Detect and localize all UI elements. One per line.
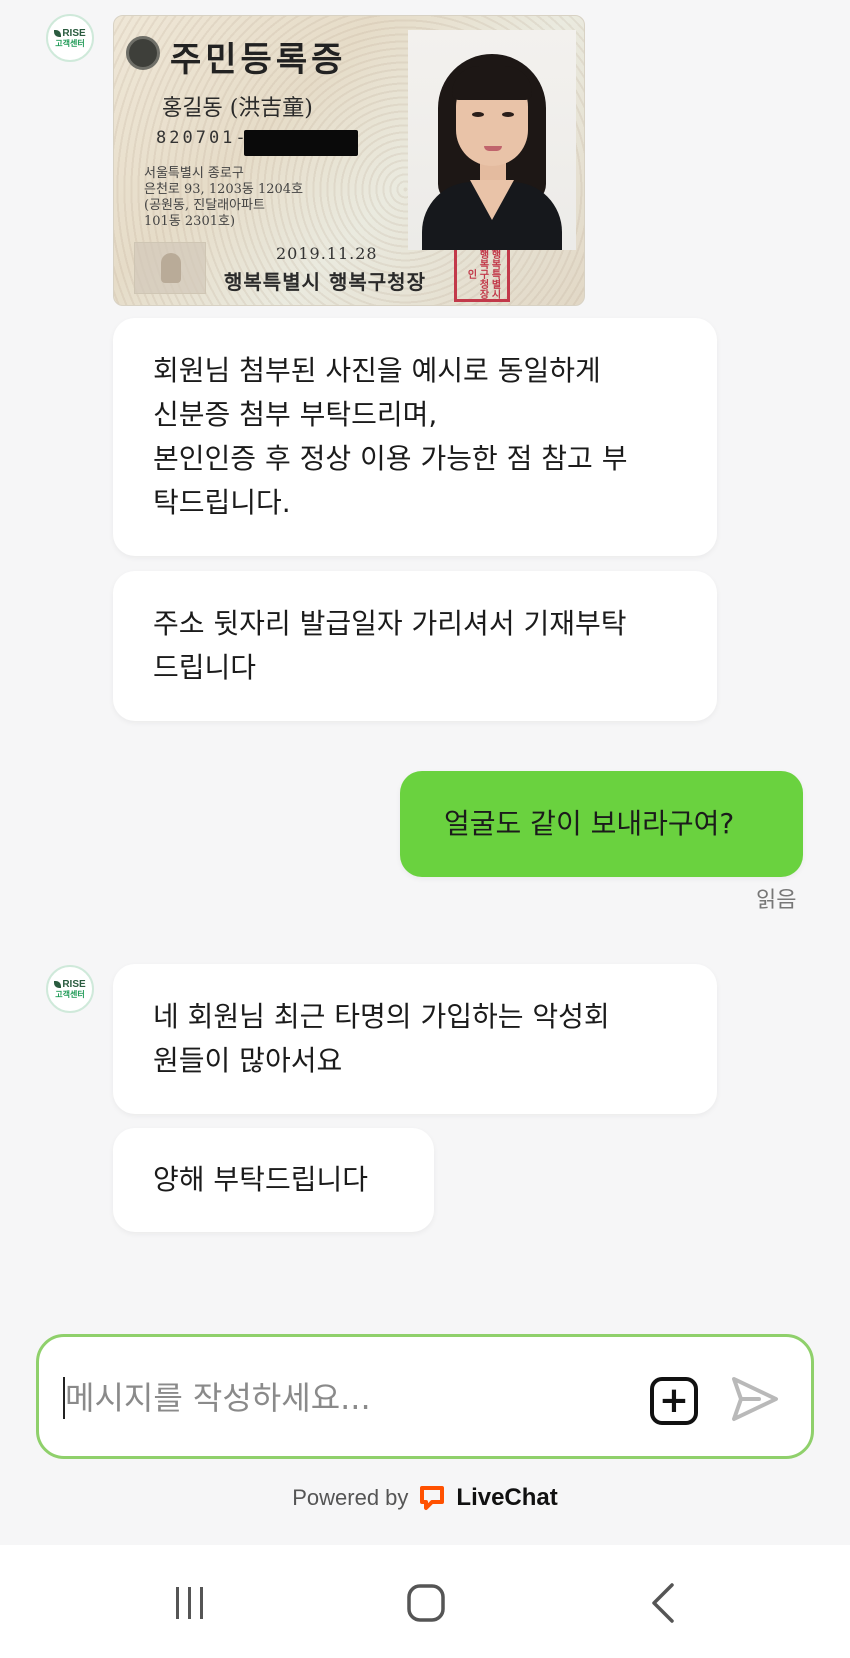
avatar-logo: RISE bbox=[54, 979, 86, 990]
id-card-image[interactable]: 주민등록증 홍길동 (洪吉童) 820701- 서울특별시 종로구 은천로 93… bbox=[113, 15, 585, 306]
livechat-brand: LiveChat bbox=[456, 1484, 558, 1511]
livechat-logo-icon bbox=[418, 1484, 446, 1512]
card-title: 주민등록증 bbox=[170, 40, 347, 80]
leaf-icon bbox=[54, 29, 62, 37]
card-issuer: 행복특별시 행복구청장 bbox=[224, 270, 426, 294]
card-address: 서울특별시 종로구 은천로 93, 1203동 1204호 (공원동, 진달래아… bbox=[144, 166, 304, 229]
read-receipt: 읽음 bbox=[756, 888, 797, 913]
message-composer: + bbox=[36, 1334, 814, 1459]
card-issue-date: 2019.11.28 bbox=[276, 244, 378, 263]
home-button[interactable] bbox=[396, 1575, 456, 1631]
emblem-icon bbox=[126, 36, 160, 70]
recent-apps-button[interactable] bbox=[160, 1575, 220, 1631]
send-icon bbox=[732, 1377, 778, 1421]
powered-by-footer[interactable]: Powered by LiveChat bbox=[0, 1484, 850, 1512]
id-photo bbox=[408, 30, 576, 250]
recent-apps-icon bbox=[176, 1587, 203, 1619]
attach-button[interactable]: + bbox=[650, 1377, 698, 1425]
agent-message: 네 회원님 최근 타명의 가입하는 악성회 원들이 많아서요 bbox=[113, 964, 717, 1114]
system-nav-bar bbox=[0, 1545, 850, 1658]
agent-message: 주소 뒷자리 발급일자 가리셔서 기재부탁 드립니다 bbox=[113, 571, 717, 721]
plus-icon: + bbox=[658, 1380, 690, 1421]
agent-message: 회원님 첨부된 사진을 예시로 동일하게 신분증 첨부 부탁드리며, 본인인증 … bbox=[113, 318, 717, 556]
message-input[interactable] bbox=[65, 1361, 645, 1435]
ghost-photo bbox=[134, 242, 206, 294]
card-rrn: 820701- bbox=[156, 128, 249, 148]
card-name: 홍길동 (洪吉童) bbox=[162, 96, 313, 121]
powered-by-label: Powered by bbox=[292, 1485, 409, 1510]
home-icon bbox=[407, 1584, 445, 1622]
back-button[interactable] bbox=[634, 1575, 694, 1631]
agent-avatar: RISE 고객센터 bbox=[46, 14, 94, 62]
user-message: 얼굴도 같이 보내라구여? bbox=[400, 771, 803, 877]
redaction-bar bbox=[244, 130, 358, 156]
agent-avatar: RISE 고객센터 bbox=[46, 965, 94, 1013]
official-seal: 행복특별시 행복구청장인 bbox=[454, 246, 510, 302]
leaf-icon bbox=[54, 980, 62, 988]
avatar-logo: RISE bbox=[54, 28, 86, 39]
chat-area: RISE 고객센터 주민등록증 홍길동 (洪吉童) 820701- 서울특별시 … bbox=[0, 0, 850, 1545]
back-icon bbox=[652, 1583, 674, 1623]
send-button[interactable] bbox=[729, 1373, 781, 1425]
agent-message: 양해 부탁드립니다 bbox=[113, 1128, 434, 1232]
